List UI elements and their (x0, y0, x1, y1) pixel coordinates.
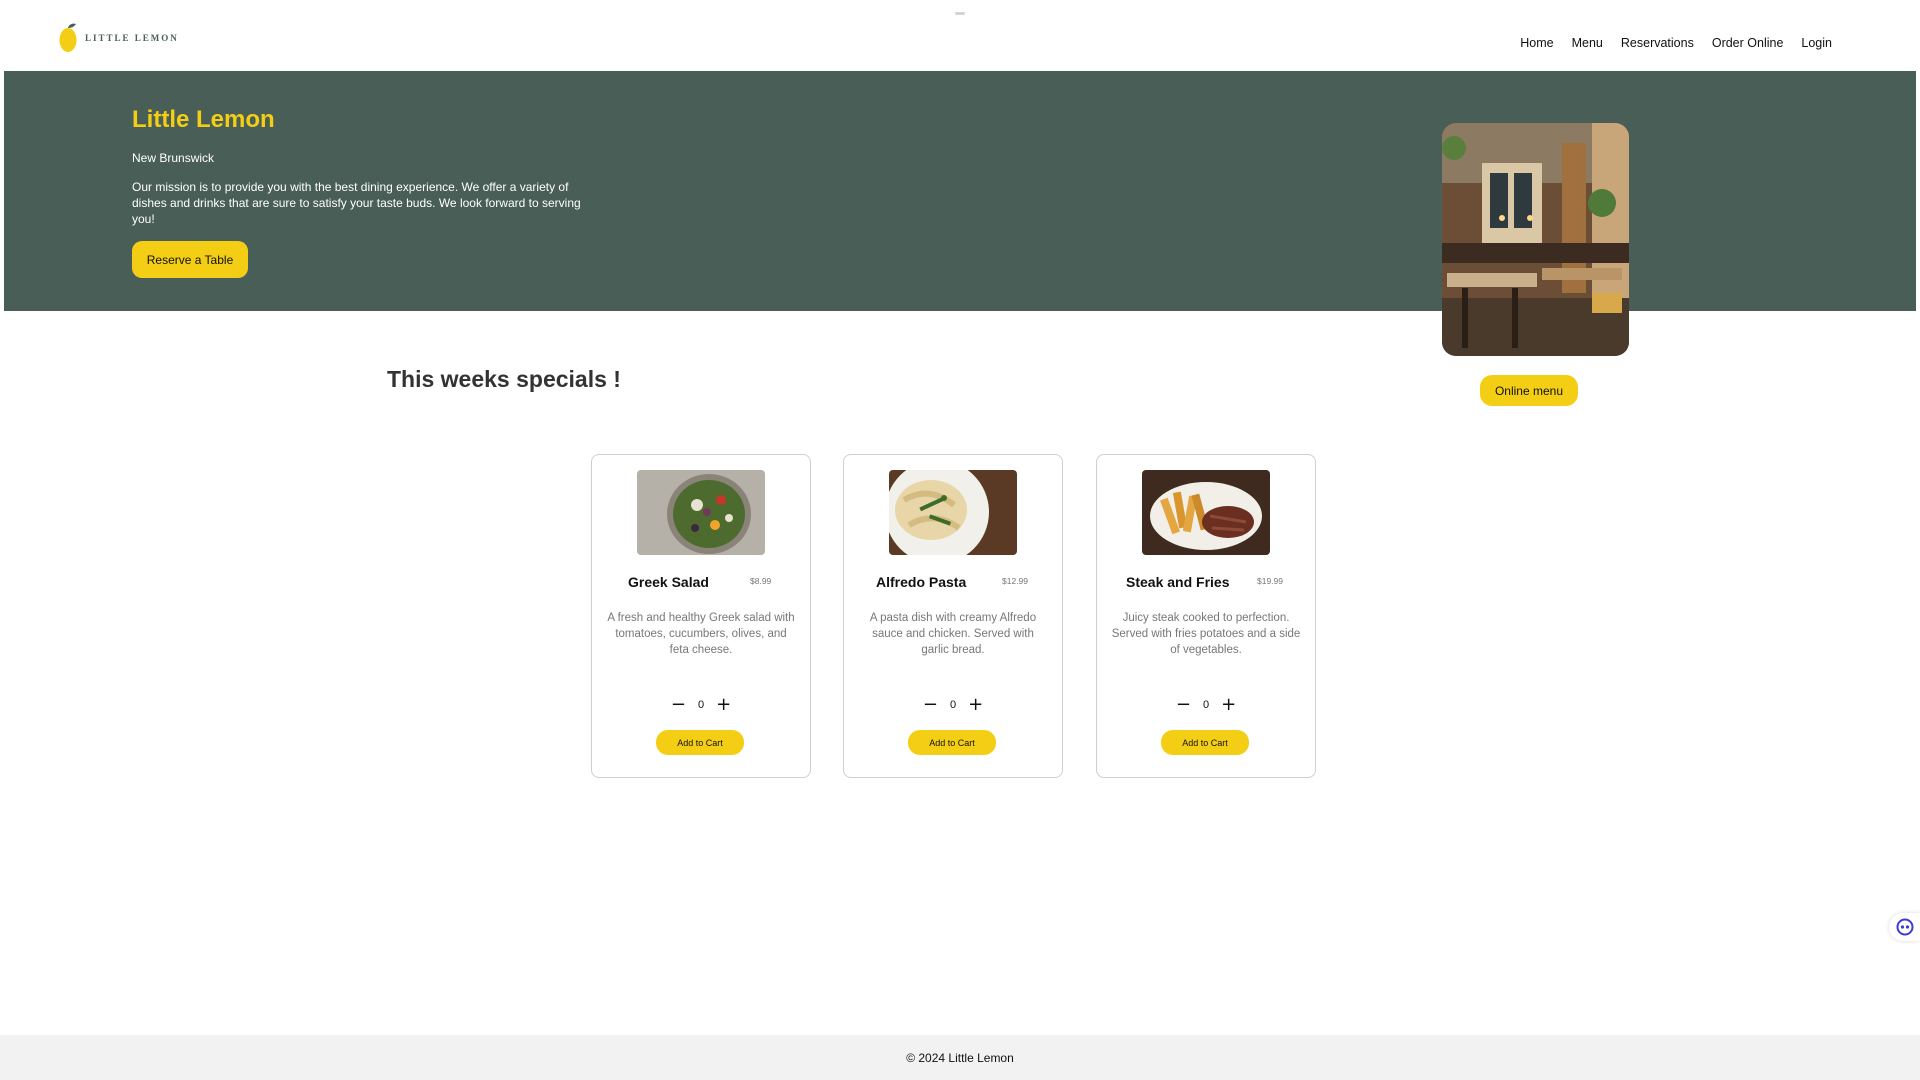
card-description: A pasta dish with creamy Alfredo sauce a… (869, 612, 1037, 656)
quantity-value: 0 (1202, 699, 1210, 711)
alfredo-pasta-image (889, 470, 1017, 555)
hero-title: Little Lemon (132, 106, 275, 133)
add-to-cart-button[interactable]: Add to Cart (656, 730, 744, 755)
card-price: $12.99 (1002, 576, 1028, 586)
footer-copyright: © 2024 Little Lemon (906, 1050, 1014, 1065)
minus-icon[interactable]: − (1176, 696, 1191, 714)
hero-description: Our mission is to provide you with the b… (132, 180, 581, 226)
reserve-table-button[interactable]: Reserve a Table (132, 241, 248, 278)
logo[interactable]: LITTLE LEMON (58, 22, 179, 54)
special-card-alfredo-pasta: Alfredo Pasta $12.99 A pasta dish with c… (843, 454, 1063, 778)
card-description: A fresh and healthy Greek salad with tom… (607, 612, 795, 656)
nav-home[interactable]: Home (1520, 36, 1553, 50)
steak-and-fries-image (1142, 470, 1270, 555)
page: LITTLE LEMON Home Menu Reservations Orde… (0, 0, 1920, 1080)
quantity-value: 0 (949, 699, 957, 711)
online-menu-button[interactable]: Online menu (1480, 375, 1578, 406)
card-title: Steak and Fries (1126, 574, 1230, 590)
plus-icon[interactable]: + (716, 696, 731, 714)
nav-menu[interactable]: Menu (1572, 36, 1603, 50)
minus-icon[interactable]: − (671, 696, 686, 714)
add-to-cart-button[interactable]: Add to Cart (908, 730, 996, 755)
quantity-stepper: − 0 + (1097, 696, 1315, 714)
site-header: LITTLE LEMON Home Menu Reservations Orde… (0, 0, 1920, 71)
minus-icon[interactable]: − (923, 696, 938, 714)
hero-section: Little Lemon New Brunswick Our mission i… (4, 71, 1916, 311)
card-price: $8.99 (750, 576, 772, 586)
plus-icon[interactable]: + (1221, 696, 1236, 714)
special-card-greek-salad: Greek Salad $8.99 A fresh and healthy Gr… (591, 454, 811, 778)
quantity-stepper: − 0 + (844, 696, 1062, 714)
hero-city: New Brunswick (132, 151, 215, 165)
card-price: $19.99 (1257, 576, 1283, 586)
specials-title: This weeks specials ! (387, 366, 621, 392)
nav-login[interactable]: Login (1801, 36, 1832, 50)
card-description: Juicy steak cooked to perfection. Served… (1111, 612, 1301, 656)
nav-order-online[interactable]: Order Online (1712, 36, 1784, 50)
assistant-icon[interactable] (1889, 913, 1920, 941)
greek-salad-image (637, 470, 765, 555)
restaurant-photo (1442, 123, 1629, 356)
site-footer: © 2024 Little Lemon (0, 1035, 1920, 1080)
plus-icon[interactable]: + (968, 696, 983, 714)
card-title: Greek Salad (628, 574, 709, 590)
lemon-logo-icon (58, 22, 79, 54)
quantity-value: 0 (697, 699, 705, 711)
logo-text: LITTLE LEMON (85, 33, 179, 43)
quantity-stepper: − 0 + (592, 696, 810, 714)
nav-reservations[interactable]: Reservations (1621, 36, 1694, 50)
card-title: Alfredo Pasta (876, 574, 967, 590)
special-card-steak-and-fries: Steak and Fries $19.99 Juicy steak cooke… (1096, 454, 1316, 778)
main-nav: Home Menu Reservations Order Online Logi… (1520, 36, 1832, 50)
add-to-cart-button[interactable]: Add to Cart (1161, 730, 1249, 755)
